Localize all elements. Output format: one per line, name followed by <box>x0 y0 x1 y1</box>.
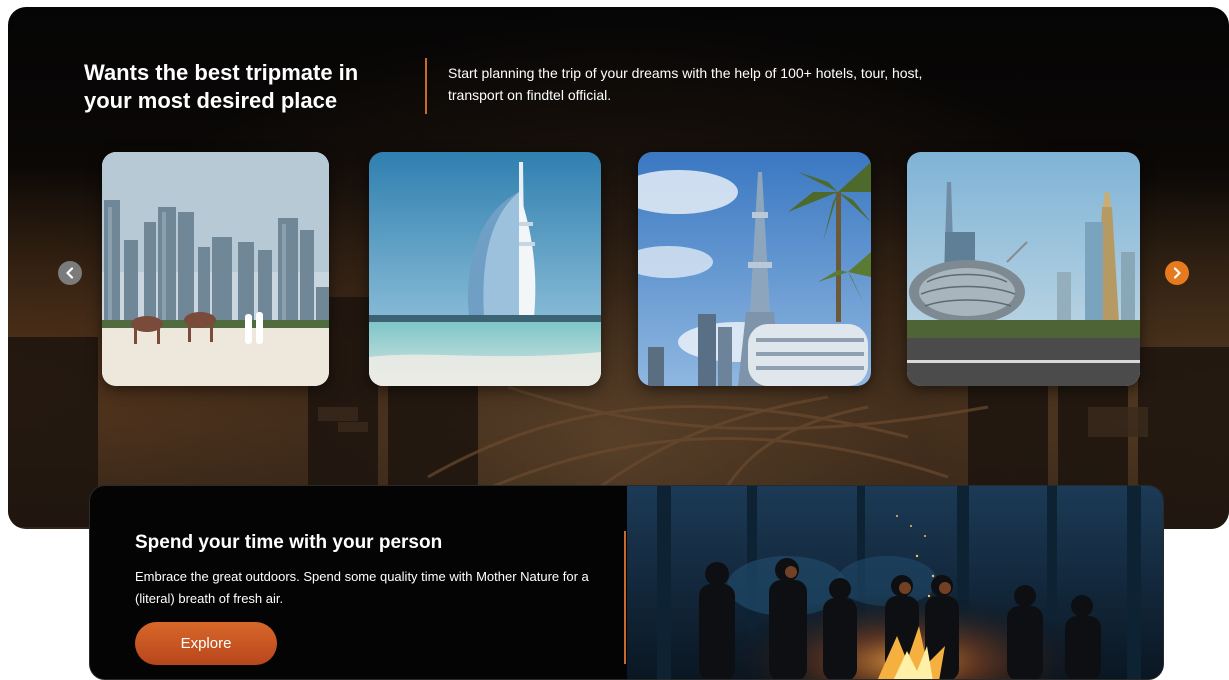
destination-card[interactable] <box>102 152 329 386</box>
campfire-friends-photo <box>627 486 1163 679</box>
tower-palm-photo <box>638 152 871 386</box>
promo-card: Spend your time with your person Embrace… <box>89 485 1164 680</box>
sail-hotel-photo <box>369 152 601 386</box>
museum-skyline-photo <box>907 152 1140 386</box>
carousel-prev-button[interactable] <box>58 261 82 285</box>
destination-card[interactable] <box>369 152 601 386</box>
hero-section: Wants the best tripmate in your most des… <box>8 7 1229 529</box>
destination-card[interactable] <box>907 152 1140 386</box>
beach-camels-skyline-photo <box>102 152 329 386</box>
chevron-right-icon <box>1173 267 1181 279</box>
promo-photo <box>627 486 1163 679</box>
hero-title: Wants the best tripmate in your most des… <box>84 60 359 113</box>
hero-divider <box>425 58 427 114</box>
carousel-next-button[interactable] <box>1165 261 1189 285</box>
destination-card[interactable] <box>638 152 871 386</box>
chevron-left-icon <box>66 267 74 279</box>
explore-button[interactable]: Explore <box>135 622 277 665</box>
promo-title: Spend your time with your person <box>135 532 443 553</box>
promo-divider <box>624 531 626 664</box>
promo-description: Embrace the great outdoors. Spend some q… <box>135 569 589 606</box>
hero-description: Start planning the trip of your dreams w… <box>448 65 923 103</box>
